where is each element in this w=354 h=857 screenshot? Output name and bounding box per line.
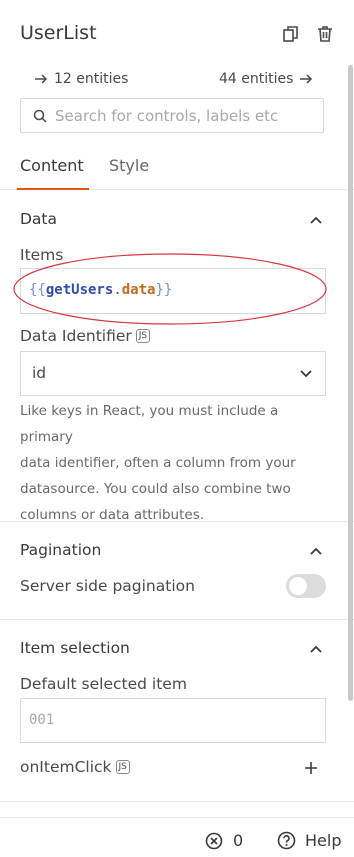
default-selected-item-placeholder: 001 (29, 712, 55, 728)
data-identifier-help: Like keys in React, you must include a p… (20, 403, 296, 523)
entity-nav-back[interactable]: 12 entities (34, 71, 128, 87)
widget-name[interactable]: UserList (20, 22, 97, 44)
help-icon (277, 831, 296, 850)
errors-indicator[interactable]: 0 (205, 831, 243, 850)
server-side-pagination-label: Server side pagination (20, 577, 195, 595)
arrow-right-icon (35, 74, 48, 84)
chevron-up-icon[interactable] (309, 644, 323, 654)
tab-content[interactable]: Content (20, 156, 84, 175)
on-item-click-label: onItemClick JS (20, 758, 130, 776)
annotation-ellipse (13, 253, 327, 325)
footer-bar: 0 Help (0, 817, 354, 857)
chevron-up-icon[interactable] (309, 215, 323, 225)
plus-icon[interactable] (303, 760, 319, 776)
data-identifier-value: id (32, 364, 47, 382)
trash-icon[interactable] (315, 24, 335, 44)
section-divider (0, 619, 354, 620)
item-selection-section-title[interactable]: Item selection (20, 639, 130, 657)
pane-tabs: Content Style (0, 146, 354, 190)
data-identifier-label: Data Identifier JS (20, 327, 151, 345)
copy-icon[interactable] (281, 24, 301, 44)
section-divider (0, 801, 354, 802)
errors-count: 0 (233, 831, 244, 850)
search-box (20, 98, 324, 133)
js-toggle-badge[interactable]: JS (115, 760, 130, 774)
scrollbar[interactable] (348, 65, 353, 701)
pagination-section-title[interactable]: Pagination (20, 541, 101, 559)
close-circle-icon (205, 832, 223, 849)
entity-count-right: 44 entities (219, 71, 294, 87)
default-selected-item-label: Default selected item (20, 675, 187, 693)
arrow-right-icon (300, 74, 313, 84)
entity-nav-forward[interactable]: 44 entities (219, 71, 313, 87)
help-label: Help (305, 831, 342, 850)
js-toggle-badge[interactable]: JS (135, 329, 151, 343)
search-input[interactable] (55, 106, 317, 126)
default-selected-item-input[interactable]: 001 (20, 698, 326, 743)
server-side-pagination-toggle[interactable] (286, 574, 326, 598)
property-pane-header: UserList (0, 0, 354, 68)
search-icon (33, 109, 47, 123)
tab-style[interactable]: Style (109, 156, 149, 175)
toggle-knob (289, 577, 307, 595)
data-identifier-select[interactable]: id (20, 351, 326, 396)
help-button[interactable]: Help (277, 831, 341, 850)
section-divider (0, 521, 354, 522)
chevron-down-icon (300, 370, 312, 378)
chevron-up-icon[interactable] (309, 546, 323, 556)
data-section-title[interactable]: Data (20, 210, 57, 228)
active-tab-indicator (17, 188, 89, 190)
entity-count-left: 12 entities (54, 71, 129, 87)
